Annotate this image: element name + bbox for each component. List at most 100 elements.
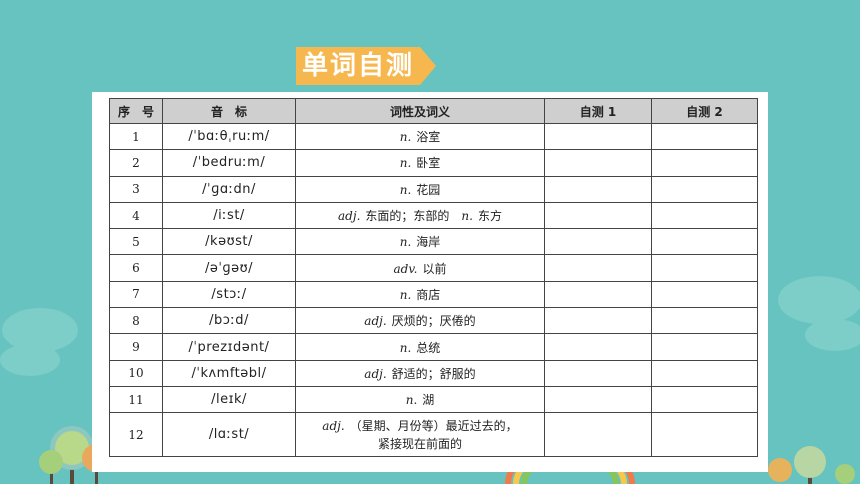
row-number: 5 (109, 228, 163, 256)
row-number: 3 (109, 175, 163, 203)
meaning-text: 湖 (422, 393, 435, 408)
vocab-table: 序 号 音 标 词性及词义 自测 1 自测 2 1 /ˈbɑːθˌruːm/ n… (109, 98, 758, 458)
row-number: 11 (109, 385, 163, 414)
test-1-cell[interactable] (544, 280, 652, 309)
row-meaning: adj. （星期、月份等）最近过去的， 紧接现在前面的 (295, 412, 545, 458)
test-2-cell[interactable] (651, 333, 758, 361)
row-ipa: /bɔːd/ (162, 307, 296, 335)
section-title-tag: 单词自测 (296, 47, 436, 85)
row-meaning: n. 卧室 (295, 149, 545, 177)
row-ipa: /leɪk/ (162, 385, 296, 414)
tree-icon (768, 446, 855, 484)
meaning-text: 舒适的；舒服的 (391, 366, 476, 381)
test-2-cell[interactable] (651, 307, 758, 335)
part-of-speech: n. (405, 393, 418, 408)
part-of-speech: adj. (322, 418, 345, 433)
part-of-speech: n. (399, 340, 412, 355)
test-2-cell[interactable] (651, 149, 758, 177)
test-2-cell[interactable] (651, 254, 758, 282)
row-number: 8 (109, 307, 163, 335)
test-1-cell[interactable] (544, 201, 652, 230)
header-test-2: 自测 2 (651, 98, 758, 124)
test-1-cell[interactable] (544, 333, 652, 361)
test-2-cell[interactable] (651, 201, 758, 230)
test-2-cell[interactable] (651, 175, 758, 203)
test-2-cell[interactable] (651, 359, 758, 387)
row-meaning: adj. 舒适的；舒服的 (295, 359, 545, 387)
row-ipa: /kəʊst/ (162, 228, 296, 256)
test-1-cell[interactable] (544, 228, 652, 256)
row-number: 7 (109, 280, 163, 309)
row-ipa: /lɑːst/ (162, 412, 296, 458)
row-meaning: adv. 以前 (295, 254, 545, 282)
table-row: 11 /leɪk/ n. 湖 (109, 385, 758, 414)
row-ipa: /əˈɡəʊ/ (162, 254, 296, 282)
test-1-cell[interactable] (544, 122, 652, 151)
table-row: 9 /ˈprezɪdənt/ n. 总统 (109, 333, 758, 361)
part-of-speech: n. (399, 156, 412, 171)
table-row: 12 /lɑːst/ adj. （星期、月份等）最近过去的， 紧接现在前面的 (109, 412, 758, 458)
test-1-cell[interactable] (544, 307, 652, 335)
row-meaning: adj. 东面的；东部的 n. 东方 (295, 201, 545, 230)
meaning-text: 海岸 (416, 235, 441, 250)
meaning-text: （星期、月份等）最近过去的， (349, 418, 518, 433)
test-2-cell[interactable] (651, 228, 758, 256)
row-number: 2 (109, 149, 163, 177)
table-row: 8 /bɔːd/ adj. 厌烦的；厌倦的 (109, 307, 758, 335)
table-row: 3 /ˈɡɑːdn/ n. 花园 (109, 175, 758, 203)
row-meaning: n. 浴室 (295, 122, 545, 151)
row-number: 10 (109, 359, 163, 387)
meaning-text: 厌烦的；厌倦的 (391, 314, 476, 329)
part-of-speech: adj. (364, 314, 387, 329)
row-ipa: /ˈɡɑːdn/ (162, 175, 296, 203)
row-meaning: n. 总统 (295, 333, 545, 361)
row-ipa: /ˈkʌmftəbl/ (162, 359, 296, 387)
test-1-cell[interactable] (544, 254, 652, 282)
row-meaning: n. 海岸 (295, 228, 545, 256)
row-meaning: n. 商店 (295, 280, 545, 309)
test-1-cell[interactable] (544, 412, 652, 458)
row-meaning: adj. 厌烦的；厌倦的 (295, 307, 545, 335)
test-1-cell[interactable] (544, 149, 652, 177)
meaning-text: 以前 (422, 261, 447, 276)
row-ipa: /ˈbɑːθˌruːm/ (162, 122, 296, 151)
meaning-text: 浴室 (416, 130, 441, 145)
row-number: 1 (109, 122, 163, 151)
row-meaning: n. 湖 (295, 385, 545, 414)
part-of-speech: adv. (393, 261, 418, 276)
test-2-cell[interactable] (651, 412, 758, 458)
vocab-panel: 序 号 音 标 词性及词义 自测 1 自测 2 1 /ˈbɑːθˌruːm/ n… (92, 92, 768, 472)
row-ipa: /ˈbedruːm/ (162, 149, 296, 177)
table-row: 2 /ˈbedruːm/ n. 卧室 (109, 149, 758, 177)
row-ipa: /iːst/ (162, 201, 296, 230)
part-of-speech: adj. (338, 209, 361, 224)
test-1-cell[interactable] (544, 359, 652, 387)
test-2-cell[interactable] (651, 385, 758, 414)
header-ipa: 音 标 (162, 98, 296, 124)
row-number: 9 (109, 333, 163, 361)
header-test-1: 自测 1 (544, 98, 652, 124)
test-2-cell[interactable] (651, 122, 758, 151)
header-number: 序 号 (109, 98, 163, 124)
meaning-text: 花园 (416, 182, 441, 197)
meaning-text: 商店 (416, 287, 441, 302)
test-1-cell[interactable] (544, 385, 652, 414)
table-header-row: 序 号 音 标 词性及词义 自测 1 自测 2 (109, 98, 758, 124)
table-row: 1 /ˈbɑːθˌruːm/ n. 浴室 (109, 122, 758, 151)
part-of-speech: adj. (364, 366, 387, 381)
meaning-text: 东面的；东部的 (365, 209, 450, 224)
row-number: 4 (109, 201, 163, 230)
table-row: 5 /kəʊst/ n. 海岸 (109, 228, 758, 256)
test-1-cell[interactable] (544, 175, 652, 203)
test-2-cell[interactable] (651, 280, 758, 309)
part-of-speech: n. (399, 287, 412, 302)
row-meaning: n. 花园 (295, 175, 545, 203)
part-of-speech: n. (399, 182, 412, 197)
table-row: 4 /iːst/ adj. 东面的；东部的 n. 东方 (109, 201, 758, 230)
part-of-speech: n. (399, 130, 412, 145)
page-title: 单词自测 (301, 51, 414, 81)
meaning-text: 总统 (416, 340, 441, 355)
part-of-speech-2: n. (461, 209, 473, 224)
row-number: 12 (109, 412, 163, 458)
part-of-speech: n. (399, 235, 412, 250)
